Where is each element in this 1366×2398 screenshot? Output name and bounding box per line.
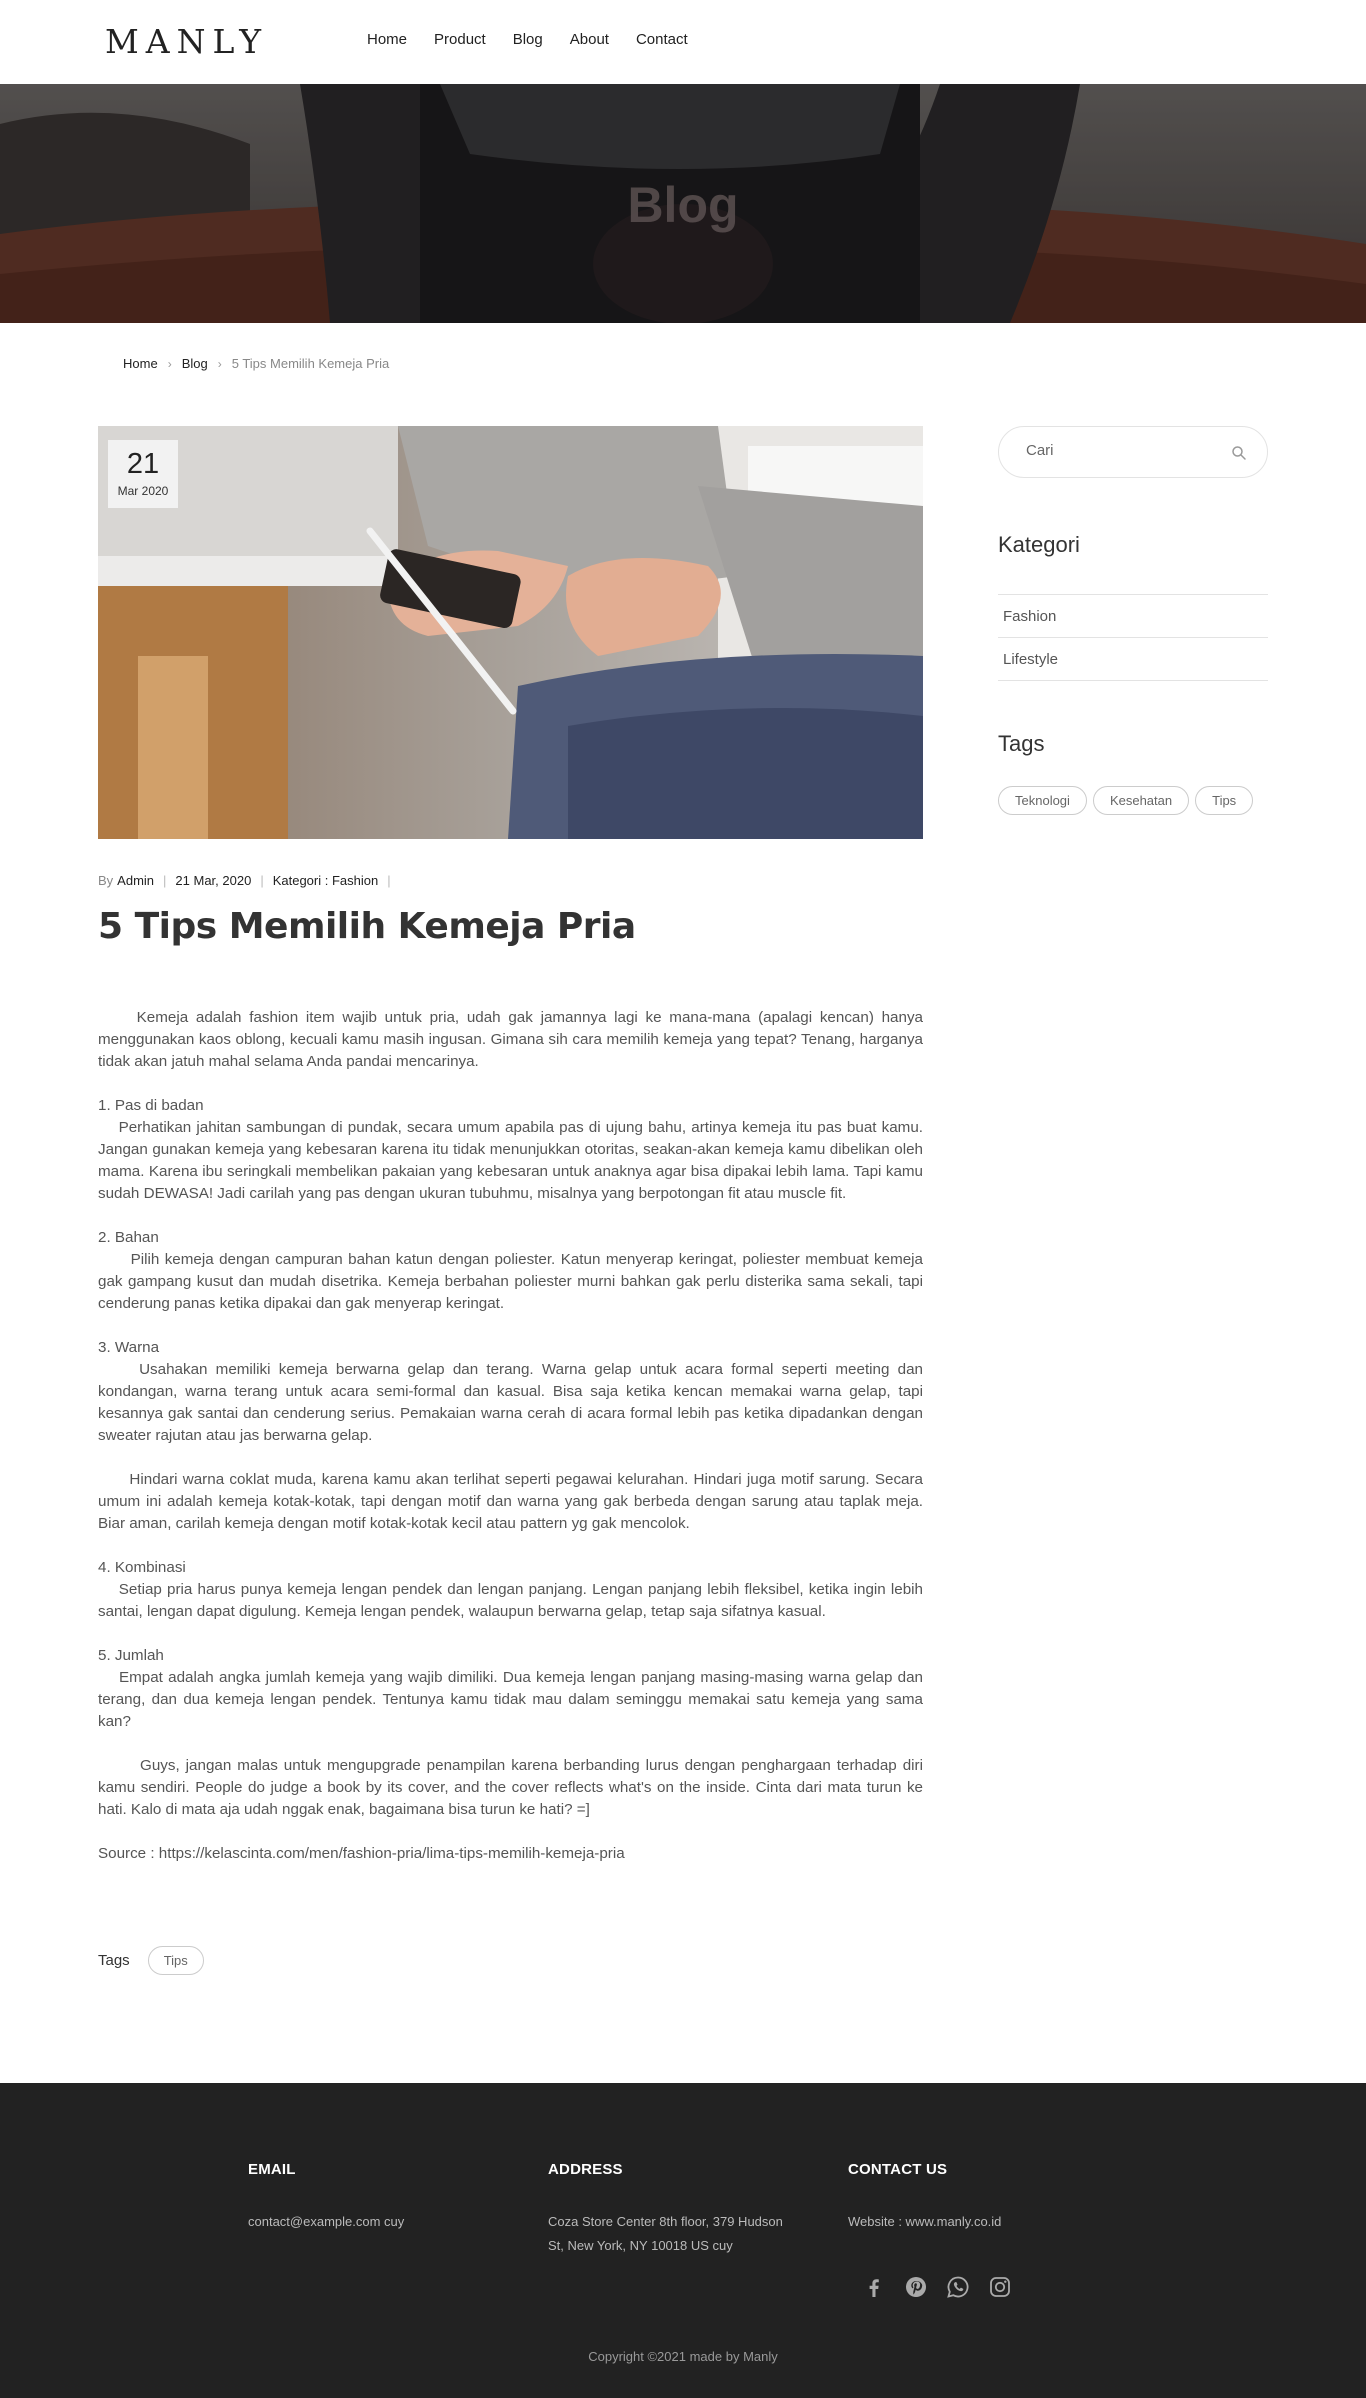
site-header: MANLY Home Product Blog About Contact	[0, 0, 1366, 84]
meta-author[interactable]: Admin	[117, 873, 154, 888]
footer-email-column: EMAIL contact@example.com cuy	[248, 2161, 404, 2234]
category-list: Fashion Lifestyle	[998, 594, 1268, 681]
facebook-icon[interactable]	[862, 2275, 886, 2299]
footer-address-line2: St, New York, NY 10018 US cuy	[548, 2238, 733, 2253]
nav-home[interactable]: Home	[367, 31, 407, 48]
post-paragraph: 1. Pas di badan Perhatikan jahitan sambu…	[98, 1097, 923, 1202]
post-paragraph: Kemeja adalah fashion item wajib untuk p…	[98, 1009, 928, 1070]
instagram-icon[interactable]	[988, 2275, 1012, 2299]
post-paragraph: 5. Jumlah Empat adalah angka jumlah keme…	[98, 1647, 923, 1730]
nav-product[interactable]: Product	[434, 31, 486, 48]
footer-contact-column: CONTACT US Website : www.manly.co.id	[848, 2161, 1001, 2234]
category-item-lifestyle[interactable]: Lifestyle	[998, 638, 1268, 681]
tag-pill-tips[interactable]: Tips	[1195, 786, 1254, 815]
tags-heading: Tags	[998, 731, 1045, 756]
footer-contact-heading: CONTACT US	[848, 2161, 948, 2178]
nav-blog[interactable]: Blog	[513, 31, 543, 48]
whatsapp-icon[interactable]	[946, 2275, 970, 2299]
search-icon[interactable]	[1231, 445, 1247, 461]
breadcrumb-current: 5 Tips Memilih Kemeja Pria	[231, 356, 390, 371]
post-title: 5 Tips Memilih Kemeja Pria	[98, 906, 636, 947]
breadcrumb-home[interactable]: Home	[123, 356, 158, 371]
footer-address-line1: Coza Store Center 8th floor, 379 Hudson	[548, 2214, 783, 2229]
footer-copyright: Copyright ©2021 made by Manly	[588, 2349, 778, 2364]
chevron-right-icon: ›	[217, 356, 222, 371]
nav-contact[interactable]: Contact	[636, 31, 688, 48]
post-photo	[98, 426, 923, 839]
meta-divider: |	[163, 873, 167, 888]
tags-label: Tags	[98, 1952, 130, 1969]
nav-about[interactable]: About	[570, 31, 609, 48]
tag-pill-kesehatan[interactable]: Kesehatan	[1092, 786, 1190, 815]
breadcrumb-blog[interactable]: Blog	[182, 356, 208, 371]
breadcrumb: Home › Blog › 5 Tips Memilih Kemeja Pria	[123, 356, 389, 371]
date-month: Mar 2020	[117, 484, 169, 498]
footer-website[interactable]: Website : www.manly.co.id	[848, 2210, 1001, 2234]
tag-pill-teknologi[interactable]: Teknologi	[998, 786, 1087, 815]
site-footer: EMAIL contact@example.com cuy ADDRESS Co…	[0, 2083, 1366, 2398]
meta-by-label: By	[98, 873, 114, 888]
meta-category[interactable]: Kategori : Fashion	[273, 873, 379, 888]
post-source: Source : https://kelascinta.com/men/fash…	[98, 1845, 625, 1862]
hero-title: Blog	[627, 177, 739, 233]
hero-banner: Blog	[0, 84, 1366, 323]
search-input[interactable]	[1026, 442, 1216, 459]
post-paragraph: 3. Warna Usahakan memiliki kemeja berwar…	[98, 1339, 923, 1444]
footer-email-heading: EMAIL	[248, 2161, 296, 2178]
meta-divider: |	[387, 873, 391, 888]
site-logo[interactable]: MANLY	[105, 22, 268, 61]
date-badge: 21 Mar 2020	[108, 440, 178, 508]
sidebar-tags: Teknologi Kesehatan Tips	[998, 786, 1254, 815]
categories-heading: Kategori	[998, 532, 1080, 557]
category-item-fashion[interactable]: Fashion	[998, 595, 1268, 638]
footer-address-heading: ADDRESS	[548, 2161, 623, 2178]
date-day: 21	[126, 448, 160, 480]
social-links	[862, 2275, 1012, 2299]
post-paragraph: Hindari warna coklat muda, karena kamu a…	[98, 1471, 928, 1532]
footer-email[interactable]: contact@example.com cuy	[248, 2210, 404, 2234]
chevron-right-icon: ›	[167, 356, 172, 371]
post-body: Kemeja adalah fashion item wajib untuk p…	[98, 1007, 923, 1865]
post-paragraph: Guys, jangan malas untuk mengupgrade pen…	[98, 1757, 928, 1818]
post-featured-image: 21 Mar 2020	[98, 426, 923, 839]
meta-date: 21 Mar, 2020	[175, 873, 252, 888]
post-paragraph: 2. Bahan Pilih kemeja dengan campuran ba…	[98, 1229, 923, 1312]
main-nav: Home Product Blog About Contact	[367, 31, 715, 48]
tag-pill[interactable]: Tips	[147, 1946, 204, 1975]
footer-address-column: ADDRESS Coza Store Center 8th floor, 379…	[548, 2161, 783, 2258]
search-box	[998, 426, 1268, 478]
post-meta: By Admin | 21 Mar, 2020 | Kategori : Fas…	[98, 873, 400, 888]
meta-divider: |	[260, 873, 264, 888]
post-paragraph: 4. Kombinasi Setiap pria harus punya kem…	[98, 1559, 923, 1620]
pinterest-icon[interactable]	[904, 2275, 928, 2299]
post-tags: Tags Tips	[98, 1946, 204, 1975]
